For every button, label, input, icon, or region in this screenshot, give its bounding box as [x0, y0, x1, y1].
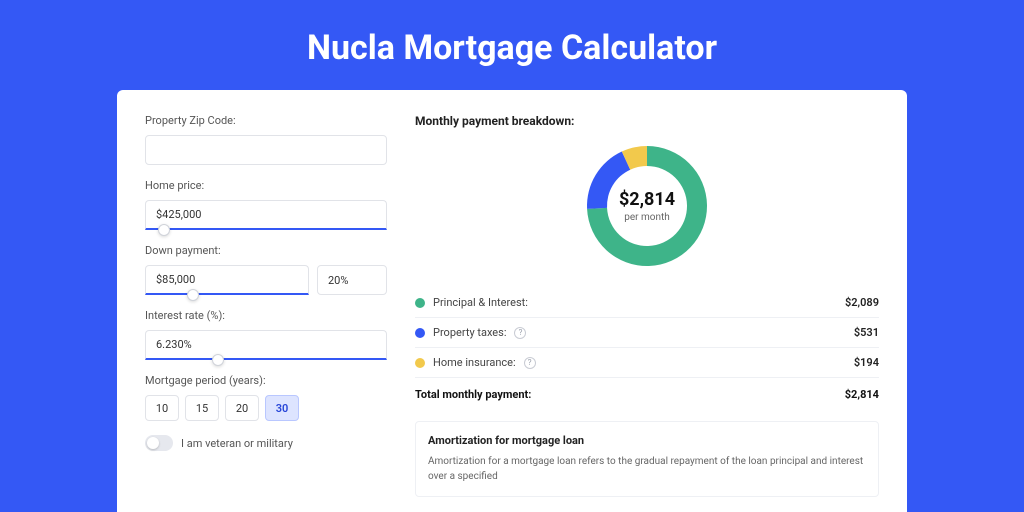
legend-value: $2,089 — [845, 296, 879, 309]
home-price-label: Home price: — [145, 179, 387, 192]
interest-rate-input[interactable] — [145, 330, 387, 360]
donut-center-value: $2,814 — [619, 189, 675, 210]
legend-dot-icon — [415, 358, 425, 368]
legend-value: $194 — [854, 356, 879, 369]
zip-label: Property Zip Code: — [145, 114, 387, 127]
legend-left: Principal & Interest: — [415, 296, 528, 309]
inputs-column: Property Zip Code: Home price: Down paym… — [145, 114, 387, 512]
down-payment-label: Down payment: — [145, 244, 387, 257]
slider-thumb-icon[interactable] — [212, 354, 224, 366]
down-payment-amount-input[interactable] — [145, 265, 309, 295]
slider-thumb-icon[interactable] — [187, 289, 199, 301]
zip-input[interactable] — [145, 135, 387, 165]
home-price-field-block: Home price: — [145, 179, 387, 230]
mortgage-period-options: 10152030 — [145, 395, 387, 421]
legend-label: Principal & Interest: — [433, 296, 528, 309]
donut-chart: $2,814 per month — [583, 142, 711, 270]
mortgage-period-option-10[interactable]: 10 — [145, 395, 179, 421]
legend-left: Property taxes:? — [415, 326, 526, 339]
breakdown-column: Monthly payment breakdown: $2,814 per mo… — [415, 114, 879, 512]
donut-center: $2,814 per month — [583, 142, 711, 270]
mortgage-period-option-20[interactable]: 20 — [225, 395, 259, 421]
breakdown-heading: Monthly payment breakdown: — [415, 114, 879, 128]
legend-value: $531 — [854, 326, 879, 339]
interest-rate-label: Interest rate (%): — [145, 309, 387, 322]
down-payment-field-block: Down payment: — [145, 244, 387, 295]
mortgage-period-label: Mortgage period (years): — [145, 374, 387, 387]
legend-label: Property taxes: — [433, 326, 506, 339]
total-value: $2,814 — [845, 388, 879, 401]
page-title: Nucla Mortgage Calculator — [0, 0, 1024, 90]
legend-row: Principal & Interest: $2,089 — [415, 288, 879, 318]
legend-dot-icon — [415, 298, 425, 308]
info-icon[interactable]: ? — [514, 327, 526, 339]
interest-rate-field-block: Interest rate (%): — [145, 309, 387, 360]
slider-thumb-icon[interactable] — [158, 224, 170, 236]
toggle-knob-icon — [147, 437, 159, 449]
info-icon[interactable]: ? — [524, 357, 536, 369]
legend-list: Principal & Interest: $2,089 Property taxe… — [415, 288, 879, 378]
donut-chart-area: $2,814 per month — [415, 142, 879, 270]
legend-left: Home insurance:? — [415, 356, 536, 369]
amortization-text: Amortization for a mortgage loan refers … — [428, 455, 866, 484]
veteran-toggle[interactable] — [145, 435, 173, 451]
mortgage-period-option-15[interactable]: 15 — [185, 395, 219, 421]
legend-row: Home insurance:? $194 — [415, 348, 879, 378]
down-payment-percent-input[interactable] — [317, 265, 387, 295]
total-row: Total monthly payment: $2,814 — [415, 378, 879, 415]
zip-field-block: Property Zip Code: — [145, 114, 387, 165]
legend-dot-icon — [415, 328, 425, 338]
home-price-input[interactable] — [145, 200, 387, 230]
amortization-title: Amortization for mortgage loan — [428, 434, 866, 447]
amortization-section: Amortization for mortgage loan Amortizat… — [415, 421, 879, 497]
donut-center-sub: per month — [624, 212, 670, 223]
mortgage-period-field-block: Mortgage period (years): 10152030 — [145, 374, 387, 421]
legend-row: Property taxes:? $531 — [415, 318, 879, 348]
calculator-card: Property Zip Code: Home price: Down paym… — [117, 90, 907, 512]
veteran-toggle-row: I am veteran or military — [145, 435, 387, 451]
mortgage-period-option-30[interactable]: 30 — [265, 395, 299, 421]
total-label: Total monthly payment: — [415, 388, 531, 401]
legend-label: Home insurance: — [433, 356, 516, 369]
veteran-toggle-label: I am veteran or military — [181, 437, 293, 450]
